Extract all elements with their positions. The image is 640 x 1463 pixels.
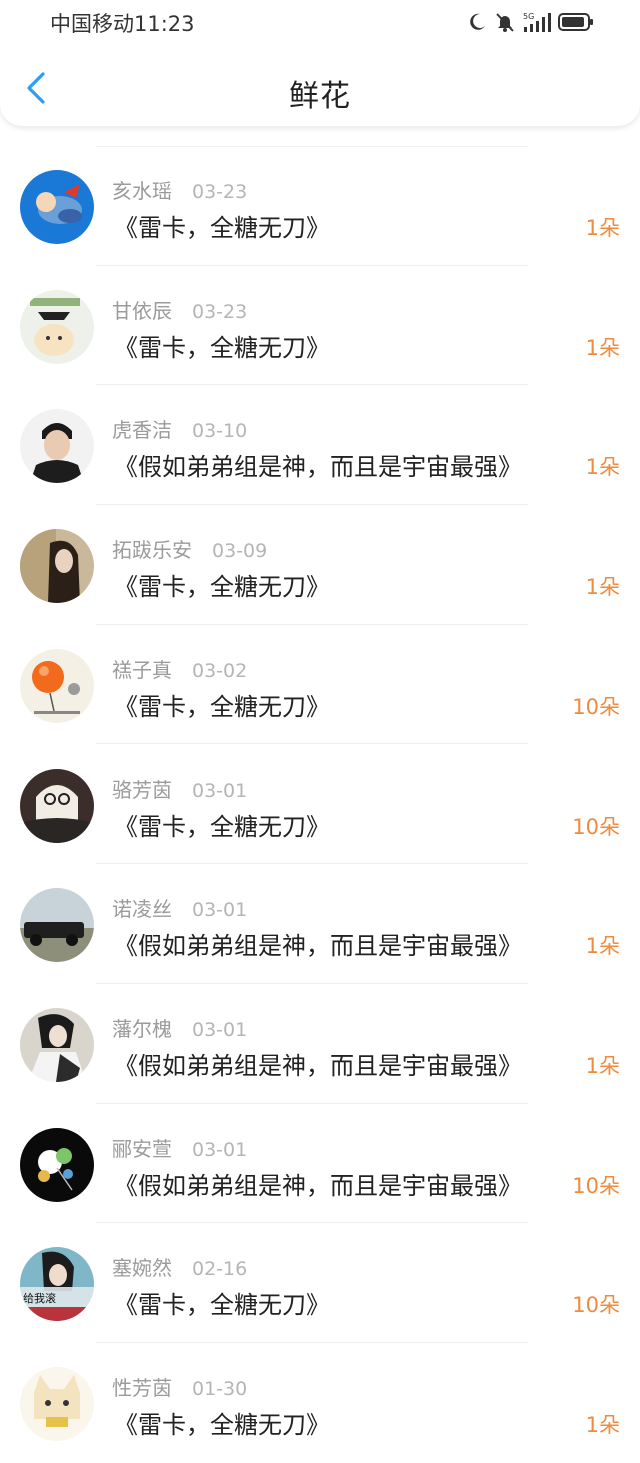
flower-count: 1朵	[585, 575, 620, 600]
sender-name: 塞婉然	[112, 1256, 172, 1281]
status-bar: 中国移动11:23 5G	[0, 0, 640, 44]
flower-count: 10朵	[572, 1293, 620, 1318]
book-title: 《雷卡，全糖无刀》	[114, 333, 330, 362]
sender-name: 拓跋乐安	[112, 538, 192, 563]
flower-count: 10朵	[572, 694, 620, 719]
signal-5g-icon: 5G	[522, 11, 552, 33]
moon-icon	[466, 11, 488, 33]
mute-bell-icon	[494, 11, 516, 33]
flower-count: 1朵	[585, 216, 620, 240]
book-title: 《雷卡，全糖无刀》	[114, 573, 330, 602]
list-item[interactable]: 藩尔槐 03-01 《假如弟弟组是神，而且是宇宙最强》 1朵	[0, 984, 640, 1104]
send-date: 03-23	[192, 181, 248, 203]
send-date: 02-16	[192, 1258, 248, 1281]
avatar[interactable]	[20, 289, 94, 364]
avatar[interactable]: 给我滚	[20, 1247, 94, 1322]
sender-meta: 亥水瑶 03-23	[112, 175, 247, 204]
list-item[interactable]: 性芳茵 01-30 《雷卡，全糖无刀》 1朵	[0, 1343, 640, 1463]
avatar[interactable]	[20, 1127, 94, 1202]
sender-name: 郦安萱	[112, 1136, 172, 1161]
sender-name: 虎香洁	[112, 418, 172, 443]
avatar[interactable]	[20, 170, 94, 244]
sender-name: 亥水瑶	[112, 179, 172, 203]
sender-name: 禚子真	[112, 657, 172, 682]
list-item[interactable]: 骆芳茵 03-01 《雷卡，全糖无刀》 10朵	[0, 745, 640, 865]
flower-count: 10朵	[572, 1173, 620, 1198]
sender-meta: 诺凌丝 03-01	[112, 893, 247, 922]
flower-count: 1朵	[585, 934, 620, 959]
send-date: 03-02	[192, 659, 248, 682]
sender-name: 诺凌丝	[112, 897, 172, 922]
flower-count: 10朵	[572, 814, 620, 839]
sender-meta: 郦安萱 03-01	[112, 1133, 247, 1162]
list-item[interactable]: 禚子真 03-02 《雷卡，全糖无刀》 10朵	[0, 625, 640, 745]
avatar[interactable]	[20, 529, 94, 604]
list-item[interactable]: 给我滚 塞婉然 02-16 《雷卡，全糖无刀》 10朵	[0, 1223, 640, 1343]
battery-icon	[558, 11, 594, 33]
flower-count: 1朵	[585, 1413, 620, 1437]
flower-count: 1朵	[585, 455, 620, 480]
page-title: 鲜花	[289, 79, 351, 114]
book-title: 《假如弟弟组是神，而且是宇宙最强》	[114, 1171, 522, 1200]
list-item[interactable]: 诺凌丝 03-01 《假如弟弟组是神，而且是宇宙最强》 1朵	[0, 864, 640, 984]
send-date: 03-09	[212, 540, 268, 563]
sender-meta: 虎香洁 03-10	[112, 414, 247, 443]
sender-meta: 性芳茵 01-30	[112, 1372, 247, 1401]
list-item[interactable]: 郦安萱 03-01 《假如弟弟组是神，而且是宇宙最强》 10朵	[0, 1104, 640, 1224]
sender-name: 骆芳茵	[112, 777, 172, 802]
sender-meta: 藩尔槐 03-01	[112, 1013, 247, 1042]
book-title: 《雷卡，全糖无刀》	[114, 214, 330, 242]
sender-meta: 禚子真 03-02	[112, 654, 247, 683]
avatar[interactable]	[20, 768, 94, 843]
send-date: 03-10	[192, 420, 248, 443]
avatar[interactable]	[20, 648, 94, 723]
avatar[interactable]	[20, 409, 94, 484]
svg-text:5G: 5G	[523, 12, 534, 21]
flower-count: 1朵	[585, 335, 620, 360]
list-item[interactable]: 亥水瑶 03-23 《雷卡，全糖无刀》 1朵	[0, 146, 640, 266]
send-date: 03-01	[192, 779, 248, 802]
avatar-caption: 给我滚	[23, 1291, 56, 1305]
book-title: 《雷卡，全糖无刀》	[114, 812, 330, 841]
avatar[interactable]	[20, 888, 94, 963]
book-title: 《雷卡，全糖无刀》	[114, 1411, 330, 1439]
send-date: 03-23	[192, 300, 248, 323]
avatar[interactable]	[20, 1367, 94, 1441]
flower-count: 1朵	[585, 1053, 620, 1078]
book-title: 《假如弟弟组是神，而且是宇宙最强》	[114, 453, 522, 482]
status-icons: 5G	[466, 10, 594, 34]
sender-meta: 拓跋乐安 03-09	[112, 534, 267, 563]
book-title: 《假如弟弟组是神，而且是宇宙最强》	[114, 1051, 522, 1080]
sender-meta: 塞婉然 02-16	[112, 1252, 247, 1281]
sender-name: 藩尔槐	[112, 1016, 172, 1041]
sender-meta: 甘依辰 03-23	[112, 295, 247, 324]
send-date: 03-01	[192, 899, 248, 922]
sender-name: 甘依辰	[112, 298, 172, 323]
avatar[interactable]	[20, 1007, 94, 1082]
send-date: 01-30	[192, 1378, 248, 1400]
top-bar: 中国移动11:23 5G 鲜花	[0, 0, 640, 126]
list-item[interactable]: 甘依辰 03-23 《雷卡，全糖无刀》 1朵	[0, 266, 640, 386]
sender-meta: 骆芳茵 03-01	[112, 774, 247, 803]
list-item[interactable]: 虎香洁 03-10 《假如弟弟组是神，而且是宇宙最强》 1朵	[0, 385, 640, 506]
navigation-bar: 鲜花	[0, 52, 640, 126]
book-title: 《雷卡，全糖无刀》	[114, 692, 330, 721]
book-title: 《雷卡，全糖无刀》	[114, 1291, 330, 1320]
send-date: 03-01	[192, 1018, 248, 1041]
list-item[interactable]: 拓跋乐安 03-09 《雷卡，全糖无刀》 1朵	[0, 505, 640, 625]
send-date: 03-01	[192, 1138, 248, 1161]
carrier-time: 中国移动11:23	[50, 12, 195, 36]
sender-name: 性芳茵	[112, 1376, 172, 1400]
book-title: 《假如弟弟组是神，而且是宇宙最强》	[114, 932, 522, 961]
